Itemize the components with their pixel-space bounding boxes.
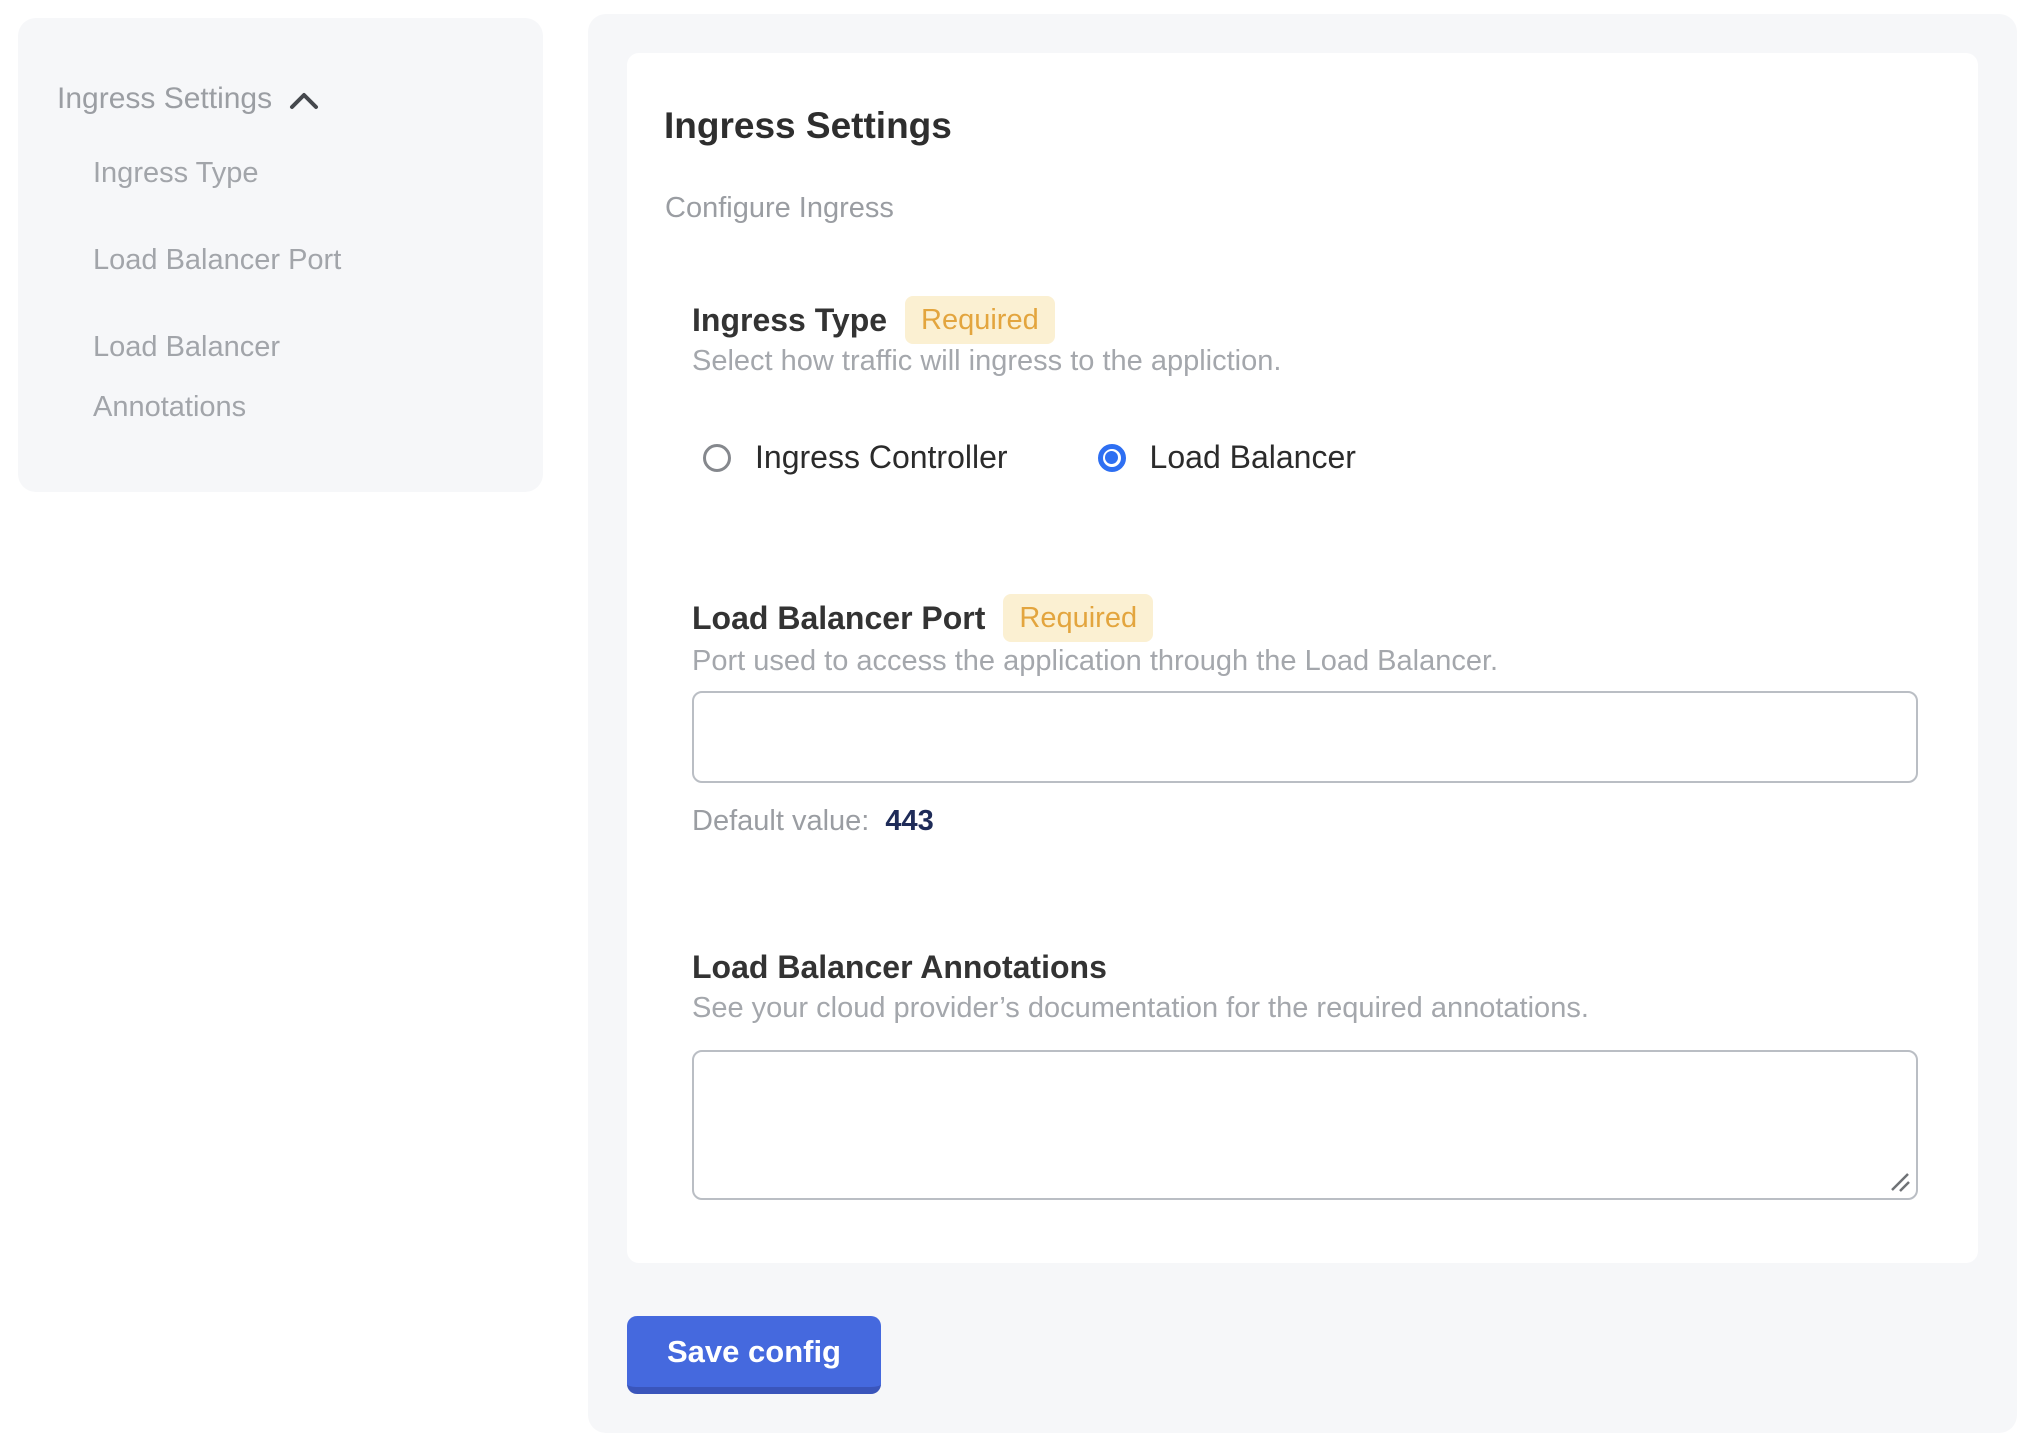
ingress-type-heading: Ingress Type Required bbox=[692, 296, 1055, 344]
sidebar-group-ingress-settings[interactable]: Ingress Settings bbox=[57, 82, 320, 116]
required-badge: Required bbox=[905, 296, 1055, 344]
load-balancer-port-description: Port used to access the application thro… bbox=[692, 645, 1498, 678]
load-balancer-port-label: Load Balancer Port bbox=[692, 600, 985, 637]
config-panel: Ingress Settings Configure Ingress Ingre… bbox=[588, 14, 2017, 1433]
load-balancer-radio[interactable] bbox=[1098, 444, 1126, 472]
ingress-controller-option[interactable]: Ingress Controller bbox=[703, 439, 1008, 476]
default-value-label: Default value: bbox=[692, 805, 869, 837]
ingress-controller-radio[interactable] bbox=[703, 444, 731, 472]
required-badge: Required bbox=[1003, 594, 1153, 642]
load-balancer-annotations-textarea[interactable] bbox=[692, 1050, 1918, 1200]
ingress-type-label: Ingress Type bbox=[692, 302, 887, 339]
sidebar-item-load-balancer-annotations[interactable]: Load Balancer Annotations bbox=[93, 317, 423, 437]
ingress-settings-card: Ingress Settings Configure Ingress Ingre… bbox=[627, 53, 1978, 1263]
settings-sidebar: Ingress Settings Ingress Type Load Balan… bbox=[18, 18, 543, 492]
load-balancer-annotations-description: See your cloud provider’s documentation … bbox=[692, 992, 1589, 1025]
sidebar-item-load-balancer-port[interactable]: Load Balancer Port bbox=[93, 230, 423, 290]
default-value: 443 bbox=[885, 805, 933, 837]
chevron-up-icon bbox=[288, 85, 320, 113]
load-balancer-port-heading: Load Balancer Port Required bbox=[692, 594, 1153, 642]
load-balancer-annotations-field bbox=[692, 1050, 1918, 1200]
page-title: Ingress Settings bbox=[664, 105, 952, 147]
ingress-type-radio-group: Ingress Controller Load Balancer bbox=[703, 439, 1356, 476]
default-value-line: Default value: 443 bbox=[692, 805, 934, 838]
page-subtitle: Configure Ingress bbox=[665, 192, 894, 225]
save-config-button[interactable]: Save config bbox=[627, 1316, 881, 1394]
load-balancer-port-input[interactable] bbox=[692, 691, 1918, 783]
sidebar-item-list: Ingress Type Load Balancer Port Load Bal… bbox=[93, 143, 423, 464]
load-balancer-option-label[interactable]: Load Balancer bbox=[1150, 439, 1356, 476]
load-balancer-annotations-heading: Load Balancer Annotations bbox=[692, 949, 1107, 986]
ingress-controller-option-label[interactable]: Ingress Controller bbox=[755, 439, 1008, 476]
load-balancer-option[interactable]: Load Balancer bbox=[1098, 439, 1356, 476]
ingress-type-description: Select how traffic will ingress to the a… bbox=[692, 345, 1281, 378]
sidebar-item-ingress-type[interactable]: Ingress Type bbox=[93, 143, 423, 203]
sidebar-group-label: Ingress Settings bbox=[57, 82, 272, 116]
resize-handle[interactable] bbox=[1889, 1171, 1913, 1195]
page: Ingress Settings Ingress Type Load Balan… bbox=[0, 0, 2036, 1452]
load-balancer-annotations-label: Load Balancer Annotations bbox=[692, 949, 1107, 986]
